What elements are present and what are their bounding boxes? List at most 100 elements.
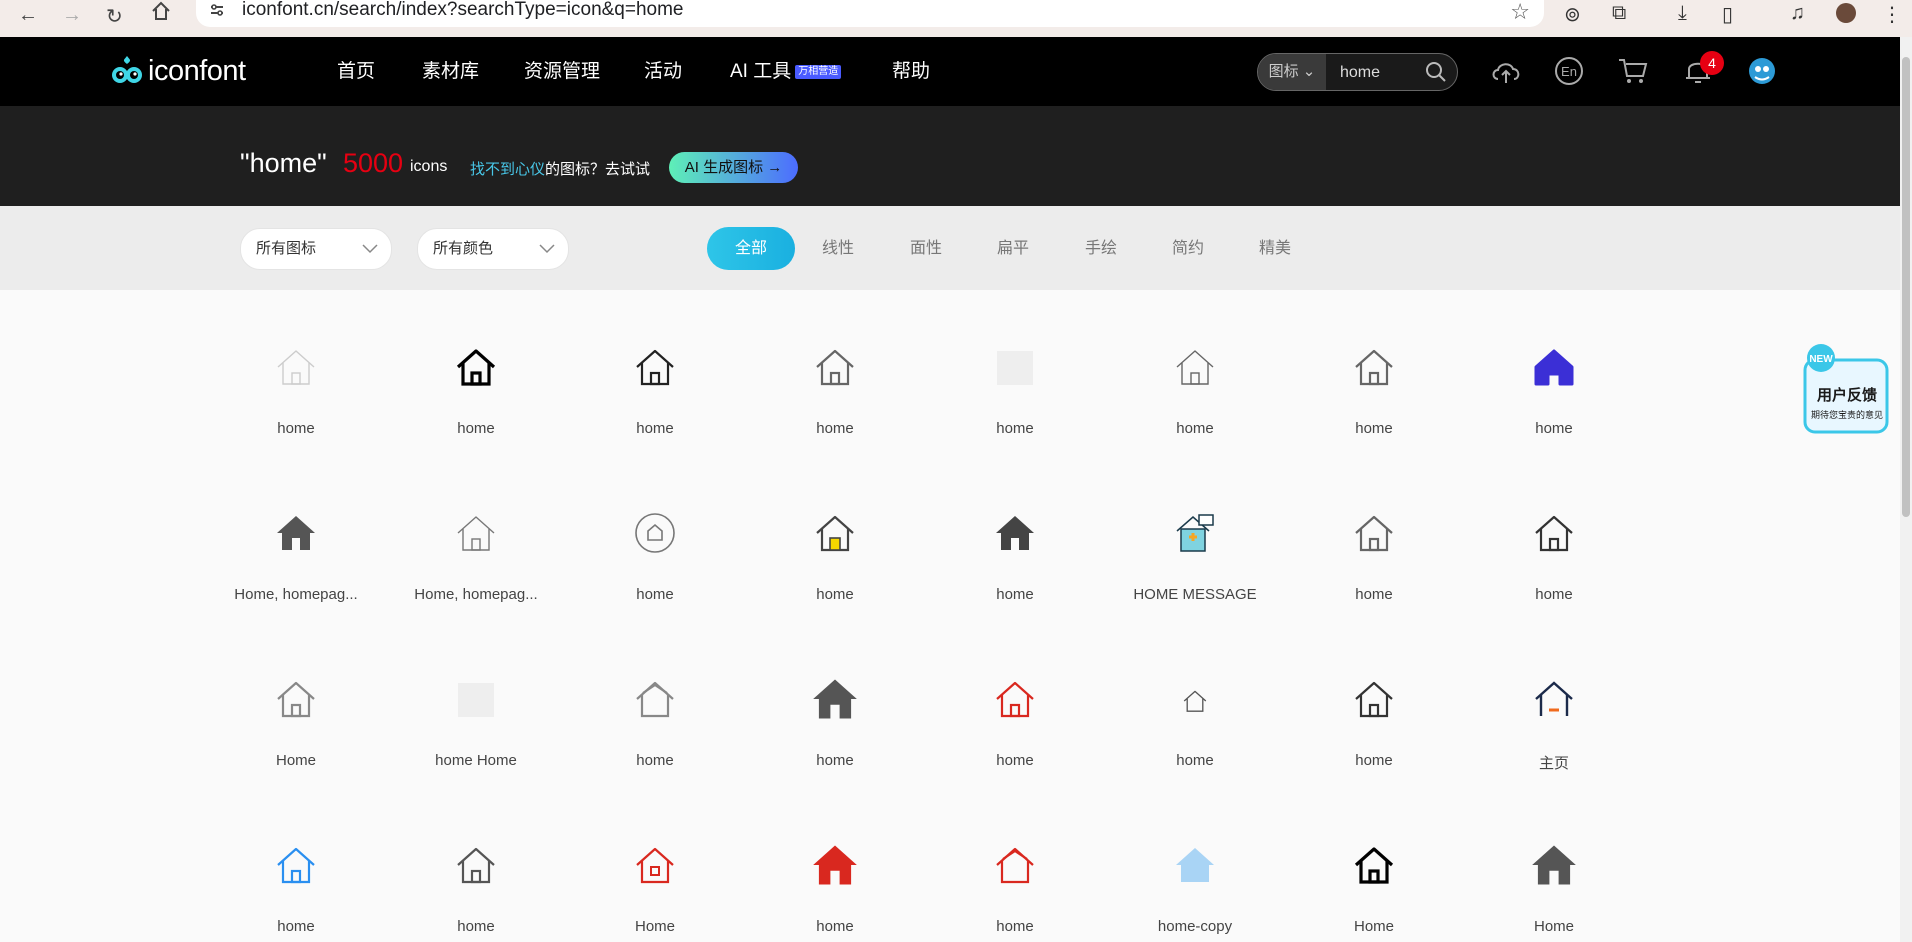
house-icon	[456, 349, 496, 386]
search-icon[interactable]	[1425, 61, 1447, 83]
icon-name: home	[816, 752, 854, 769]
icon-name: home	[1535, 420, 1573, 437]
icon-card[interactable]: home	[396, 305, 556, 437]
icon-name: home	[1176, 752, 1214, 769]
tab-exquisite[interactable]: 精美	[1245, 227, 1305, 270]
icon-name: home	[457, 420, 495, 437]
house-icon	[635, 513, 675, 553]
house-icon	[1355, 349, 1393, 386]
download-icon[interactable]: ⤓	[1678, 2, 1687, 25]
icon-card[interactable]: home-copy	[1115, 803, 1275, 935]
tab-flat[interactable]: 扁平	[983, 227, 1043, 270]
site-header: iconfont 首页 素材库 资源管理 活动 AI 工具 万相营造 帮助 图标 …	[0, 37, 1900, 106]
icon-name: home	[636, 752, 674, 769]
tab-filled[interactable]: 面性	[896, 227, 956, 270]
chevron-down-icon	[539, 244, 555, 254]
icon-card[interactable]: Home, homepag...	[216, 471, 376, 603]
icon-card[interactable]: 主页	[1474, 637, 1634, 772]
icon-card[interactable]: home	[1474, 305, 1634, 437]
search-type-select[interactable]: 图标 ⌄	[1258, 54, 1326, 90]
tab-all[interactable]: 全部	[707, 227, 795, 270]
house-icon	[996, 516, 1034, 550]
user-avatar-icon[interactable]	[1745, 54, 1779, 88]
icon-card[interactable]: home	[216, 803, 376, 935]
page-scrollbar[interactable]	[1900, 37, 1912, 942]
icon-card[interactable]: home	[1115, 637, 1275, 769]
icon-name: home	[1535, 586, 1573, 603]
icon-name: home	[277, 420, 315, 437]
icon-name: home	[996, 420, 1034, 437]
icon-card[interactable]: home	[755, 305, 915, 437]
tab-handdrawn[interactable]: 手绘	[1071, 227, 1131, 270]
ai-generate-button[interactable]: AI 生成图标 →	[669, 152, 798, 183]
icon-card[interactable]: home	[575, 471, 735, 603]
puzzle-icon[interactable]: ⧉	[1612, 2, 1626, 25]
nav-home[interactable]: 首页	[337, 37, 375, 106]
extension-icon[interactable]: ⊚	[1564, 2, 1581, 27]
forward-icon[interactable]: →	[62, 4, 82, 27]
back-icon[interactable]: ←	[18, 4, 38, 27]
bookmark-star-icon[interactable]: ☆	[1510, 0, 1530, 25]
search-input[interactable]	[1338, 54, 1432, 90]
icon-name: Home	[1353, 918, 1394, 935]
icon-card[interactable]: home	[1294, 305, 1454, 437]
icon-card[interactable]: home	[935, 305, 1095, 437]
address-bar[interactable]: iconfont.cn/search/index?searchType=icon…	[196, 0, 1544, 27]
cart-icon[interactable]	[1616, 54, 1650, 88]
logo-mark-icon	[112, 56, 142, 83]
icon-card[interactable]: home	[935, 637, 1095, 769]
menu-icon[interactable]: ⋮	[1882, 2, 1902, 27]
scrollbar-thumb[interactable]	[1902, 57, 1910, 517]
tab-simple[interactable]: 简约	[1158, 227, 1218, 270]
tab-linear[interactable]: 线性	[808, 227, 868, 270]
house-icon	[1176, 514, 1214, 552]
icon-card[interactable]: home	[396, 803, 556, 935]
icon-card[interactable]: HOME MESSAGE	[1115, 471, 1275, 603]
icon-card[interactable]: home Home	[396, 637, 556, 769]
iconfont-logo[interactable]: iconfont	[110, 53, 246, 89]
icon-card[interactable]: home	[1294, 471, 1454, 603]
site-info-icon[interactable]	[208, 2, 226, 20]
icon-card[interactable]: home	[1115, 305, 1275, 437]
icon-type-select[interactable]: 所有图标	[240, 228, 392, 270]
icon-card[interactable]: Home, homepag...	[396, 471, 556, 603]
house-icon	[1176, 350, 1214, 385]
nav-help[interactable]: 帮助	[892, 37, 930, 106]
icon-name: Home	[275, 752, 316, 769]
icon-card[interactable]: home	[575, 637, 735, 769]
nav-library[interactable]: 素材库	[422, 37, 479, 106]
icon-card[interactable]: home	[755, 637, 915, 769]
search-type-label: 图标	[1268, 63, 1299, 80]
reload-icon[interactable]: ↻	[106, 4, 123, 29]
feedback-widget[interactable]: NEW 用户反馈 期待您宝贵的意见	[1801, 340, 1891, 436]
reading-list-icon[interactable]: ▯	[1722, 2, 1733, 27]
house-icon	[277, 681, 315, 718]
media-icon[interactable]: ♫	[1790, 2, 1805, 25]
icon-card[interactable]: home	[575, 305, 735, 437]
color-select[interactable]: 所有颜色	[417, 228, 569, 270]
upload-cloud-icon[interactable]	[1489, 54, 1523, 88]
icon-card[interactable]: home	[935, 471, 1095, 603]
language-icon[interactable]: En	[1552, 54, 1586, 88]
chevron-down-icon	[362, 244, 378, 254]
icon-card[interactable]: home	[755, 803, 915, 935]
home-icon[interactable]	[150, 0, 172, 22]
icon-card[interactable]: Home	[1474, 803, 1634, 935]
nav-ai-tools[interactable]: AI 工具 万相营造	[730, 37, 842, 106]
icon-card[interactable]: Home	[216, 637, 376, 769]
house-icon	[1183, 690, 1207, 712]
house-icon	[997, 351, 1033, 385]
icon-card[interactable]: Home	[1294, 803, 1454, 935]
url-text: iconfont.cn/search/index?searchType=icon…	[242, 0, 684, 20]
icon-card[interactable]: home	[755, 471, 915, 603]
profile-avatar[interactable]	[1836, 3, 1856, 23]
nav-resources[interactable]: 资源管理	[524, 37, 600, 106]
icon-card[interactable]: Home	[575, 803, 735, 935]
icon-card[interactable]: home	[1294, 637, 1454, 769]
nav-events[interactable]: 活动	[644, 37, 682, 106]
icon-type-label: 所有图标	[256, 240, 317, 257]
icon-card[interactable]: home	[1474, 471, 1634, 603]
icon-card[interactable]: home	[935, 803, 1095, 935]
house-icon	[457, 847, 495, 884]
icon-card[interactable]: home	[216, 305, 376, 437]
